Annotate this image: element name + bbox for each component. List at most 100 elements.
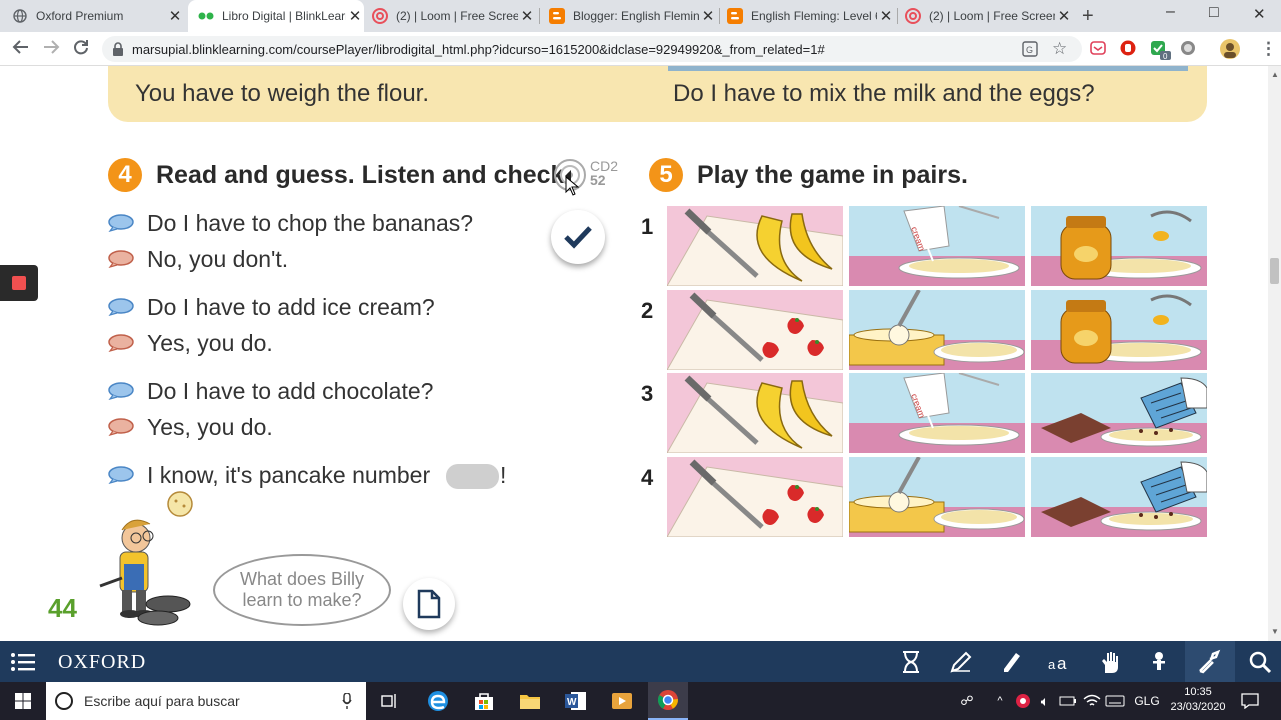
close-window-button[interactable]: ✕ <box>1253 5 1266 23</box>
word-icon[interactable]: W <box>560 682 592 720</box>
keyboard-icon[interactable] <box>1104 682 1126 720</box>
answer-input-field[interactable] <box>446 464 499 489</box>
scroll-down-icon[interactable]: ▼ <box>1271 627 1279 636</box>
chrome-icon[interactable] <box>648 682 688 720</box>
pancake-picture-honey <box>1031 290 1207 370</box>
pancake-picture-chocolate <box>1031 457 1207 537</box>
translate-icon[interactable]: G <box>1022 41 1038 62</box>
stop-record-icon <box>12 276 26 290</box>
dialogue-line: Yes, you do. <box>147 414 273 440</box>
close-tab-icon[interactable]: ✕ <box>166 7 184 25</box>
people-icon[interactable]: ☍ <box>958 682 976 720</box>
banner-sentence-left: You have to weigh the flour. <box>135 80 429 107</box>
tab-loom-2[interactable]: (2) | Loom | Free Screen ✕ <box>905 0 1073 32</box>
pocket-icon[interactable] <box>1090 40 1106 61</box>
search-icon[interactable] <box>1247 649 1273 675</box>
tab-title: Oxford Premium <box>36 9 124 23</box>
edge-icon[interactable] <box>422 682 454 720</box>
show-hidden-icons-icon[interactable]: ^ <box>992 682 1008 720</box>
back-icon[interactable] <box>12 38 30 61</box>
page-scrollbar[interactable]: ▲ ▼ <box>1268 66 1281 641</box>
adblock-icon[interactable] <box>1120 40 1136 61</box>
loom-icon <box>905 8 921 24</box>
scroll-up-icon[interactable]: ▲ <box>1271 70 1279 79</box>
close-tab-icon[interactable]: ✕ <box>699 7 717 25</box>
windows-logo-icon <box>15 693 31 709</box>
close-tab-icon[interactable]: ✕ <box>518 7 536 25</box>
pancake-picture-cream: cream <box>849 373 1025 453</box>
input-language[interactable]: GLG <box>1132 682 1162 720</box>
blue-speech-bubble-icon <box>108 214 134 232</box>
tab-oxford-premium[interactable]: Oxford Premium ✕ <box>12 0 184 32</box>
hourglass-icon[interactable] <box>898 649 924 675</box>
clock[interactable]: 10:35 23/03/2020 <box>1170 685 1226 715</box>
exercise-4-number: 4 <box>108 158 142 192</box>
font-size-icon[interactable]: aa <box>1047 649 1073 675</box>
tab-libro-digital[interactable]: Libro Digital | BlinkLearning ✕ <box>188 0 364 32</box>
blogger-icon <box>549 8 565 24</box>
scrollbar-thumb[interactable] <box>1270 258 1279 284</box>
lock-icon <box>112 42 124 61</box>
record-button[interactable] <box>0 265 38 301</box>
pancake-picture-strawberry-knife <box>667 457 843 537</box>
maximize-button[interactable]: □ <box>1209 4 1219 22</box>
menu-dots-icon[interactable]: ⋮ <box>1260 39 1277 59</box>
tab-title: (2) | Loom | Free Screen <box>929 9 1055 23</box>
address-bar[interactable]: marsupial.blinklearning.com/coursePlayer… <box>102 36 1082 62</box>
wifi-icon[interactable] <box>1082 682 1102 720</box>
media-player-icon[interactable] <box>606 682 638 720</box>
dialogue-line: Yes, you do. <box>147 330 273 356</box>
red-speech-bubble-icon <box>108 250 134 268</box>
star-icon[interactable]: ☆ <box>1052 39 1067 59</box>
tab-loom-1[interactable]: (2) | Loom | Free Screen ✕ <box>372 0 536 32</box>
close-tab-icon[interactable]: ✕ <box>1055 7 1073 25</box>
svg-text:a: a <box>1048 657 1056 672</box>
red-speech-bubble-icon <box>108 418 134 436</box>
billy-cooking-illustration <box>99 491 193 626</box>
battery-icon[interactable] <box>1058 682 1078 720</box>
dialogue-line: Do I have to add chocolate? <box>147 378 434 404</box>
tab-blogger[interactable]: Blogger: English Fleming ✕ <box>549 0 717 32</box>
windows-start-button[interactable] <box>0 682 46 720</box>
marker-icon[interactable] <box>998 649 1024 675</box>
red-speech-bubble-icon <box>108 334 134 352</box>
tab-title: English Fleming: Level 6 <box>751 9 877 23</box>
store-icon[interactable] <box>468 682 500 720</box>
blue-speech-bubble-icon <box>108 298 134 316</box>
tools-icon[interactable] <box>1197 649 1223 675</box>
hand-icon[interactable] <box>1097 649 1123 675</box>
extension-circle-icon[interactable] <box>1180 40 1196 61</box>
check-button[interactable] <box>551 210 605 264</box>
notifications-icon[interactable] <box>1238 682 1262 720</box>
task-view-icon[interactable] <box>374 682 406 720</box>
taskbar-search-box[interactable]: Escribe aquí para buscar <box>46 682 366 720</box>
document-button[interactable] <box>403 578 455 630</box>
close-tab-icon[interactable]: ✕ <box>877 7 895 25</box>
cd-track: 52 <box>590 172 606 188</box>
tab-english-fleming[interactable]: English Fleming: Level 6 ✕ <box>727 0 895 32</box>
volume-icon[interactable]: 🔈︎ <box>1036 682 1054 720</box>
file-explorer-icon[interactable] <box>514 682 546 720</box>
menu-icon[interactable] <box>10 649 36 675</box>
tray-red-icon[interactable] <box>1014 682 1032 720</box>
tab-title: Libro Digital | BlinkLearning <box>222 9 346 23</box>
minimize-button[interactable]: – <box>1166 3 1175 21</box>
microphone-icon[interactable] <box>342 693 352 709</box>
pencil-icon[interactable] <box>948 649 974 675</box>
forward-icon[interactable] <box>42 38 60 61</box>
pancake-picture-banana-knife <box>667 206 843 286</box>
new-tab-button[interactable]: + <box>1082 5 1094 28</box>
extension-green-icon[interactable]: 0 <box>1150 40 1172 65</box>
close-tab-icon[interactable]: ✕ <box>346 7 364 25</box>
clock-time: 10:35 <box>1184 686 1212 698</box>
previous-exercise-banner: You have to weigh the flour. Do I have t… <box>108 66 1207 122</box>
profile-avatar[interactable] <box>1218 38 1242 65</box>
document-icon <box>417 589 441 619</box>
svg-text:W: W <box>567 697 577 708</box>
blue-speech-bubble-icon <box>108 382 134 400</box>
loom-icon <box>372 8 388 24</box>
reload-icon[interactable] <box>72 38 90 61</box>
pin-icon[interactable] <box>1146 649 1172 675</box>
taskbar-search-placeholder: Escribe aquí para buscar <box>84 693 240 709</box>
cd-label: CD2 <box>590 158 619 174</box>
